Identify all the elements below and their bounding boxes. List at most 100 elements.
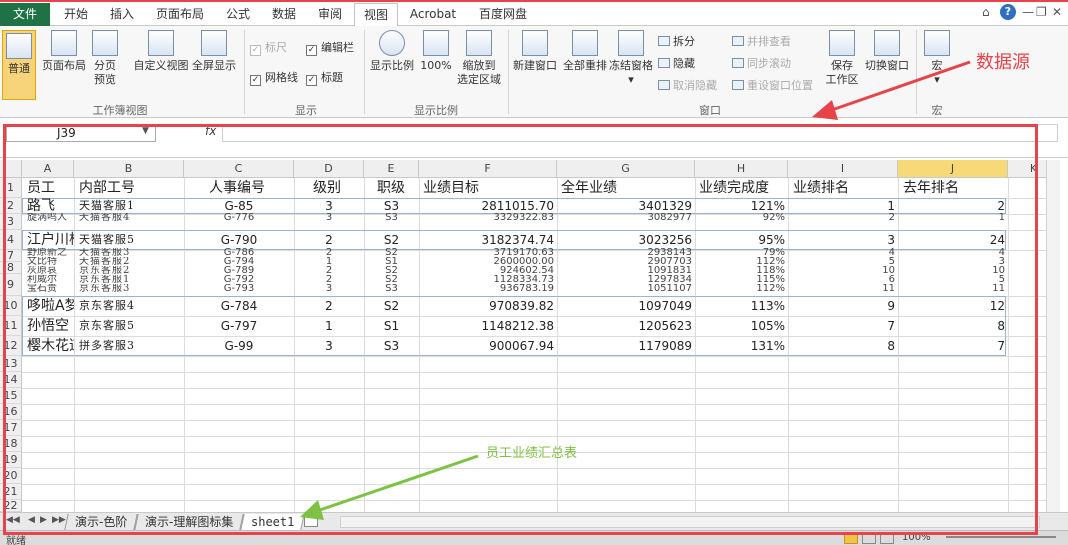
- row-header[interactable]: 21: [0, 484, 22, 500]
- table-cell[interactable]: 2907703: [557, 257, 695, 266]
- tab-home[interactable]: 开始: [58, 4, 94, 24]
- table-cell[interactable]: 京东客服1: [76, 275, 184, 284]
- table-cell[interactable]: 10: [898, 266, 1008, 275]
- page-layout-status-icon[interactable]: [862, 532, 876, 544]
- column-header[interactable]: B: [74, 160, 184, 178]
- row-header[interactable]: 17: [0, 420, 22, 436]
- sheet-tab[interactable]: 演示-色阶: [64, 514, 139, 530]
- table-cell[interactable]: 野原新之: [24, 248, 74, 257]
- page-break-preview-button[interactable]: 分页 预览: [90, 30, 120, 87]
- zoom-level[interactable]: 100%: [902, 532, 931, 543]
- table-cell[interactable]: 3719170.63: [419, 248, 557, 257]
- table-cell[interactable]: 10: [788, 266, 898, 275]
- formula-input[interactable]: [222, 124, 1058, 142]
- header-cell[interactable]: 内部工号: [76, 179, 184, 197]
- unhide-button[interactable]: 取消隐藏: [658, 78, 717, 94]
- table-cell[interactable]: 9: [788, 297, 898, 315]
- tab-data[interactable]: 数据: [266, 4, 302, 24]
- row-header[interactable]: 20: [0, 468, 22, 484]
- table-cell[interactable]: 天猫客服5: [76, 231, 184, 249]
- split-button[interactable]: 拆分: [658, 34, 695, 50]
- hide-button[interactable]: 隐藏: [658, 56, 695, 72]
- table-cell[interactable]: 2: [294, 275, 364, 284]
- arrange-all-button[interactable]: 全部重排: [560, 30, 610, 73]
- table-cell[interactable]: S3: [364, 213, 419, 222]
- row-header[interactable]: 8: [0, 262, 22, 274]
- table-cell[interactable]: 5: [898, 275, 1008, 284]
- table-cell[interactable]: 3: [788, 231, 898, 249]
- tab-acrobat[interactable]: Acrobat: [406, 4, 460, 24]
- tab-file[interactable]: 文件: [0, 3, 50, 26]
- table-cell[interactable]: 3329322.83: [419, 213, 557, 222]
- row-header[interactable]: 14: [0, 372, 22, 388]
- table-cell[interactable]: G-794: [184, 257, 294, 266]
- table-cell[interactable]: 95%: [695, 231, 788, 249]
- tab-page-layout[interactable]: 页面布局: [150, 4, 210, 24]
- minimize-ribbon-icon[interactable]: ⌂: [982, 5, 990, 19]
- table-cell[interactable]: 3182374.74: [419, 231, 557, 249]
- header-cell[interactable]: 职级: [374, 179, 419, 197]
- table-cell[interactable]: 天猫客服2: [76, 257, 184, 266]
- row-header[interactable]: 18: [0, 436, 22, 452]
- prev-sheet-icon[interactable]: ◀: [28, 515, 35, 525]
- table-cell[interactable]: S1: [364, 257, 419, 266]
- table-cell[interactable]: 孙悟空: [24, 317, 74, 335]
- chevron-down-icon[interactable]: ▼: [142, 126, 149, 136]
- table-cell[interactable]: 7: [788, 317, 898, 335]
- table-cell[interactable]: S3: [364, 337, 419, 355]
- first-sheet-icon[interactable]: ◀◀: [6, 515, 20, 525]
- table-cell[interactable]: 8: [898, 317, 1008, 335]
- table-cell[interactable]: 利威尔: [24, 275, 74, 284]
- table-cell[interactable]: 2600000.00: [419, 257, 557, 266]
- table-cell[interactable]: S2: [364, 231, 419, 249]
- table-cell[interactable]: G-99: [184, 337, 294, 355]
- header-cell[interactable]: 业绩完成度: [696, 179, 788, 197]
- row-header[interactable]: 9: [0, 274, 22, 296]
- table-cell[interactable]: 文比特: [24, 257, 74, 266]
- tab-formulas[interactable]: 公式: [220, 4, 256, 24]
- table-cell[interactable]: 1091831: [557, 266, 695, 275]
- vertical-scrollbar[interactable]: [1046, 160, 1060, 512]
- sheet-tab[interactable]: 演示-理解图标集: [134, 514, 245, 530]
- table-cell[interactable]: G-792: [184, 275, 294, 284]
- table-cell[interactable]: 旋涡鸣人: [24, 213, 74, 222]
- table-cell[interactable]: 1297834: [557, 275, 695, 284]
- table-cell[interactable]: G-776: [184, 213, 294, 222]
- normal-view-status-icon[interactable]: [844, 532, 858, 544]
- table-cell[interactable]: S2: [364, 275, 419, 284]
- column-header[interactable]: H: [695, 160, 788, 178]
- table-cell[interactable]: 1148212.38: [419, 317, 557, 335]
- insert-sheet-icon[interactable]: [304, 515, 318, 527]
- custom-views-button[interactable]: 自定义视图: [132, 30, 190, 73]
- table-cell[interactable]: 京东客服3: [76, 284, 184, 293]
- page-break-status-icon[interactable]: [880, 532, 894, 544]
- new-window-button[interactable]: 新建窗口: [510, 30, 560, 73]
- header-cell[interactable]: 级别: [310, 179, 364, 197]
- table-cell[interactable]: 115%: [695, 275, 788, 284]
- table-cell[interactable]: 2: [294, 266, 364, 275]
- page-layout-view-button[interactable]: 页面布局: [40, 30, 88, 73]
- table-cell[interactable]: 拼多客服3: [76, 337, 184, 355]
- table-cell[interactable]: 24: [898, 231, 1008, 249]
- help-icon[interactable]: ?: [1000, 4, 1016, 20]
- table-cell[interactable]: G-786: [184, 248, 294, 257]
- switch-windows-button[interactable]: 切换窗口: [862, 30, 912, 73]
- last-sheet-icon[interactable]: ▶▶: [52, 515, 66, 525]
- table-cell[interactable]: G-793: [184, 284, 294, 293]
- sheet-tab-active[interactable]: sheet1: [240, 514, 306, 530]
- tab-baidu-netdisk[interactable]: 百度网盘: [472, 4, 534, 24]
- table-cell[interactable]: 6: [788, 275, 898, 284]
- table-cell[interactable]: 哆啦A梦: [24, 297, 74, 315]
- table-cell[interactable]: G-784: [184, 297, 294, 315]
- row-header[interactable]: 22: [0, 500, 22, 512]
- table-cell[interactable]: 8: [788, 337, 898, 355]
- table-cell[interactable]: 樱木花道: [24, 337, 74, 355]
- table-cell[interactable]: 3: [898, 257, 1008, 266]
- table-cell[interactable]: 京东客服4: [76, 297, 184, 315]
- zoom-to-selection-button[interactable]: 缩放到 选定区域: [454, 30, 504, 87]
- window-close-icon[interactable]: ✕: [1052, 5, 1062, 19]
- table-cell[interactable]: 1: [294, 257, 364, 266]
- tab-insert[interactable]: 插入: [104, 4, 140, 24]
- horizontal-scrollbar[interactable]: [340, 516, 1040, 528]
- column-header[interactable]: A: [22, 160, 74, 178]
